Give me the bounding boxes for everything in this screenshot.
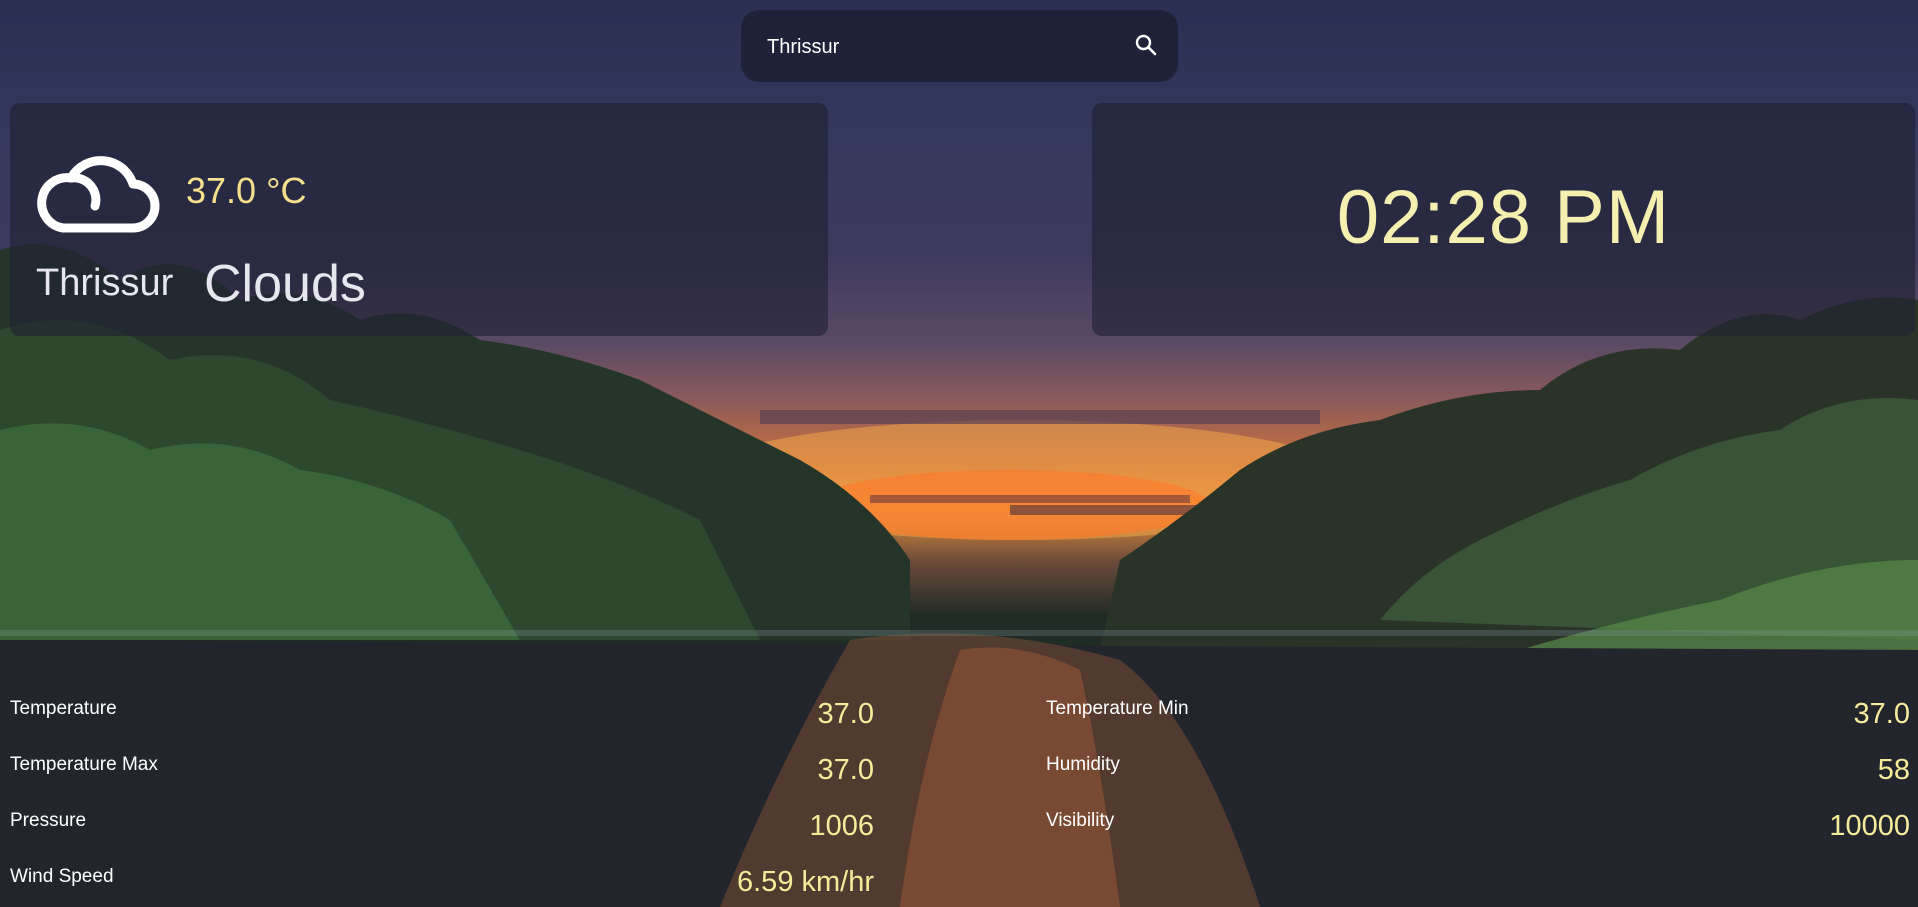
cloud-icon <box>37 156 160 233</box>
clock-time: 02:28 PM <box>1336 175 1671 260</box>
search-bar <box>741 10 1178 82</box>
weather-condition: Clouds <box>204 255 366 313</box>
stat-value-visibility: 10000 <box>1829 810 1910 842</box>
stat-label-pressure: Pressure <box>10 810 87 831</box>
stat-label-temperature: Temperature <box>10 698 117 719</box>
stat-label-temperature-min: Temperature Min <box>1046 698 1189 719</box>
current-temperature: 37.0 °C <box>186 170 307 211</box>
stat-label-wind-speed: Wind Speed <box>10 866 114 887</box>
stat-value-temperature: 37.0 <box>817 698 874 730</box>
stat-value-humidity: 58 <box>1877 754 1910 786</box>
stat-label-visibility: Visibility <box>1046 810 1115 831</box>
city-name: Thrissur <box>36 262 174 304</box>
search-icon[interactable] <box>1134 33 1158 57</box>
stat-label-temperature-max: Temperature Max <box>10 754 158 775</box>
stat-value-pressure: 1006 <box>809 810 874 842</box>
stat-value-temperature-max: 37.0 <box>817 754 874 786</box>
stat-value-wind-speed: 6.59 km/hr <box>737 866 874 898</box>
stat-value-temperature-min: 37.0 <box>1853 698 1910 730</box>
stat-label-humidity: Humidity <box>1046 754 1120 775</box>
search-input[interactable] <box>765 32 1109 62</box>
